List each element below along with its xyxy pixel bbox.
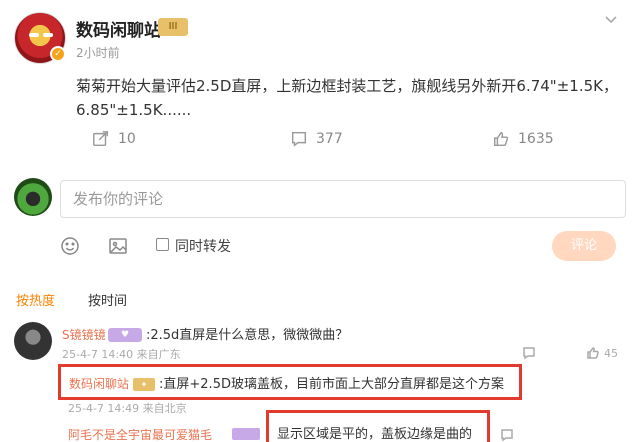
image-icon[interactable] xyxy=(108,236,128,256)
submit-comment-button[interactable]: 评论 xyxy=(552,231,616,261)
highlighted-reply: 数码闲聊站 ✦:直屏+2.5D玻璃盖板，目前市面上大部分直屏都是这个方案 xyxy=(58,364,522,400)
comment-icon xyxy=(291,131,307,147)
emoji-icon[interactable] xyxy=(60,236,80,256)
commenter-badge xyxy=(232,428,260,440)
reply-author[interactable]: 数码闲聊站 xyxy=(69,377,129,391)
author-name[interactable]: 数码闲聊站 xyxy=(76,16,161,41)
commenter-avatar[interactable] xyxy=(14,322,52,360)
commenter-name[interactable]: S镜镜镜 xyxy=(62,326,106,343)
repost-checkbox-label[interactable]: 同时转发 xyxy=(175,236,231,256)
commenter-name[interactable]: 阿毛不是全宇宙最可爱猫毛 xyxy=(68,426,212,442)
reply-author-badge: ✦ xyxy=(133,378,156,391)
reply-meta: 25-4-7 14:49 来自北京 xyxy=(68,402,187,415)
repost-button[interactable]: 10 xyxy=(92,128,136,150)
like-count: 1635 xyxy=(518,131,554,147)
reply-icon xyxy=(523,347,535,360)
verified-icon: ✓ xyxy=(50,46,66,62)
tab-sort-by-hot[interactable]: 按热度 xyxy=(16,290,55,309)
post-time[interactable]: 2小时前 xyxy=(76,44,120,61)
comment-button[interactable]: 377 xyxy=(290,128,343,150)
reply-text: :直屏+2.5D玻璃盖板，目前市面上大部分直屏都是这个方案 xyxy=(159,377,504,392)
commenter-badge: ♥ xyxy=(108,328,142,342)
tab-sort-by-time[interactable]: 按时间 xyxy=(88,290,127,309)
avatar-eye-right xyxy=(43,33,53,37)
comment-reply-button[interactable] xyxy=(522,346,536,360)
comment-count: 377 xyxy=(316,131,343,147)
thumbs-up-icon xyxy=(493,131,509,147)
vip-badge: III xyxy=(158,18,188,36)
repost-checkbox[interactable] xyxy=(156,238,169,251)
thumbs-up-icon xyxy=(587,347,599,359)
reply-icon xyxy=(501,429,513,442)
repost-icon xyxy=(93,131,109,147)
comment-like-count: 45 xyxy=(604,346,618,360)
comment-like-button[interactable]: 45 xyxy=(586,346,618,360)
highlighted-comment: 显示区域是平的，盖板边缘是曲的 xyxy=(266,410,490,442)
repost-count: 10 xyxy=(118,131,136,147)
avatar-eye-left xyxy=(29,33,39,37)
like-button[interactable]: 1635 xyxy=(492,128,554,150)
chevron-down-icon[interactable] xyxy=(604,12,618,26)
comment-reply-button[interactable] xyxy=(500,428,514,442)
my-avatar[interactable] xyxy=(14,178,52,216)
comment-text: :2.5d直屏是什么意思，微微微曲？ xyxy=(146,328,349,343)
comment-input[interactable]: 发布你的评论 xyxy=(60,180,626,218)
post-text: 菊菊开始大量评估2.5D直屏，上新边框封装工艺，旗舰线另外新开6.74"±1.5… xyxy=(76,77,618,119)
comment-meta: 25-4-7 14:40 来自广东 xyxy=(62,348,181,361)
